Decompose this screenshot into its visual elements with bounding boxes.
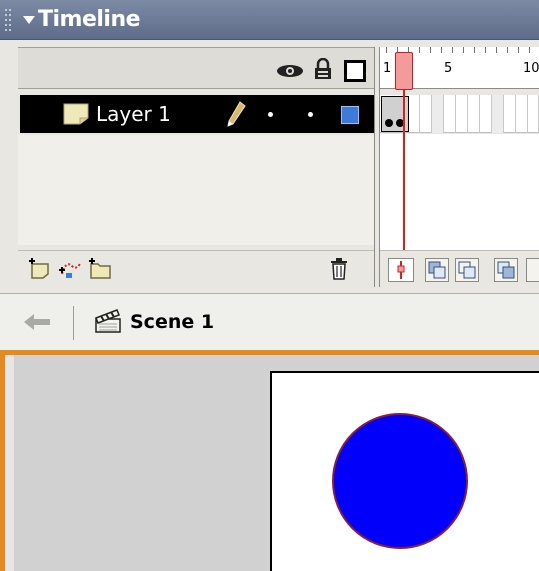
- insert-folder-icon[interactable]: [88, 258, 112, 280]
- add-motion-guide-icon[interactable]: [58, 258, 82, 280]
- ruler-label-5: 5: [444, 61, 453, 76]
- layers-toolbar: [18, 250, 374, 286]
- outline-color-swatch[interactable]: [341, 106, 359, 124]
- timeline-panel: Timeline Layer 1 1 5 10: [0, 0, 539, 293]
- scene-clapperboard-icon: [95, 309, 121, 333]
- insert-layer-icon[interactable]: [28, 258, 52, 280]
- lock-icon[interactable]: [313, 58, 333, 80]
- layers-empty-area: [18, 135, 374, 245]
- visibility-dot[interactable]: [268, 112, 273, 117]
- panel-title: Timeline: [38, 7, 141, 32]
- ruler-label-10: 10: [523, 61, 539, 76]
- eye-icon[interactable]: [276, 63, 304, 77]
- edit-bar: Scene 1: [0, 293, 539, 350]
- pencil-icon: [227, 101, 246, 127]
- panel-grip-icon[interactable]: [5, 9, 13, 31]
- onion-skin-button[interactable]: [425, 258, 449, 282]
- lock-dot[interactable]: [308, 112, 313, 117]
- layer-name[interactable]: Layer 1: [96, 102, 171, 126]
- trash-icon[interactable]: [330, 258, 348, 280]
- center-frame-button[interactable]: [388, 258, 414, 282]
- ruler-label-1: 1: [383, 61, 392, 76]
- layer-row[interactable]: Layer 1: [20, 95, 374, 133]
- layers-header: [18, 47, 374, 89]
- playhead-line: [403, 89, 405, 253]
- modify-onion-markers-button[interactable]: [526, 258, 539, 282]
- onion-skin-outlines-button[interactable]: [455, 258, 479, 282]
- outline-square-icon[interactable]: [344, 60, 366, 82]
- edit-multiple-frames-button[interactable]: [494, 258, 518, 282]
- edit-bar-separator: [73, 306, 74, 340]
- collapse-arrow-icon[interactable]: [23, 16, 35, 24]
- scene-label[interactable]: Scene 1: [130, 311, 214, 333]
- circle-shape[interactable]: [332, 413, 468, 549]
- back-arrow-icon[interactable]: [22, 311, 52, 333]
- stage-left-strip: [5, 355, 14, 571]
- playhead-marker[interactable]: [395, 52, 413, 90]
- timeline-panel-header[interactable]: Timeline: [0, 0, 539, 40]
- layer-page-icon: [63, 103, 89, 125]
